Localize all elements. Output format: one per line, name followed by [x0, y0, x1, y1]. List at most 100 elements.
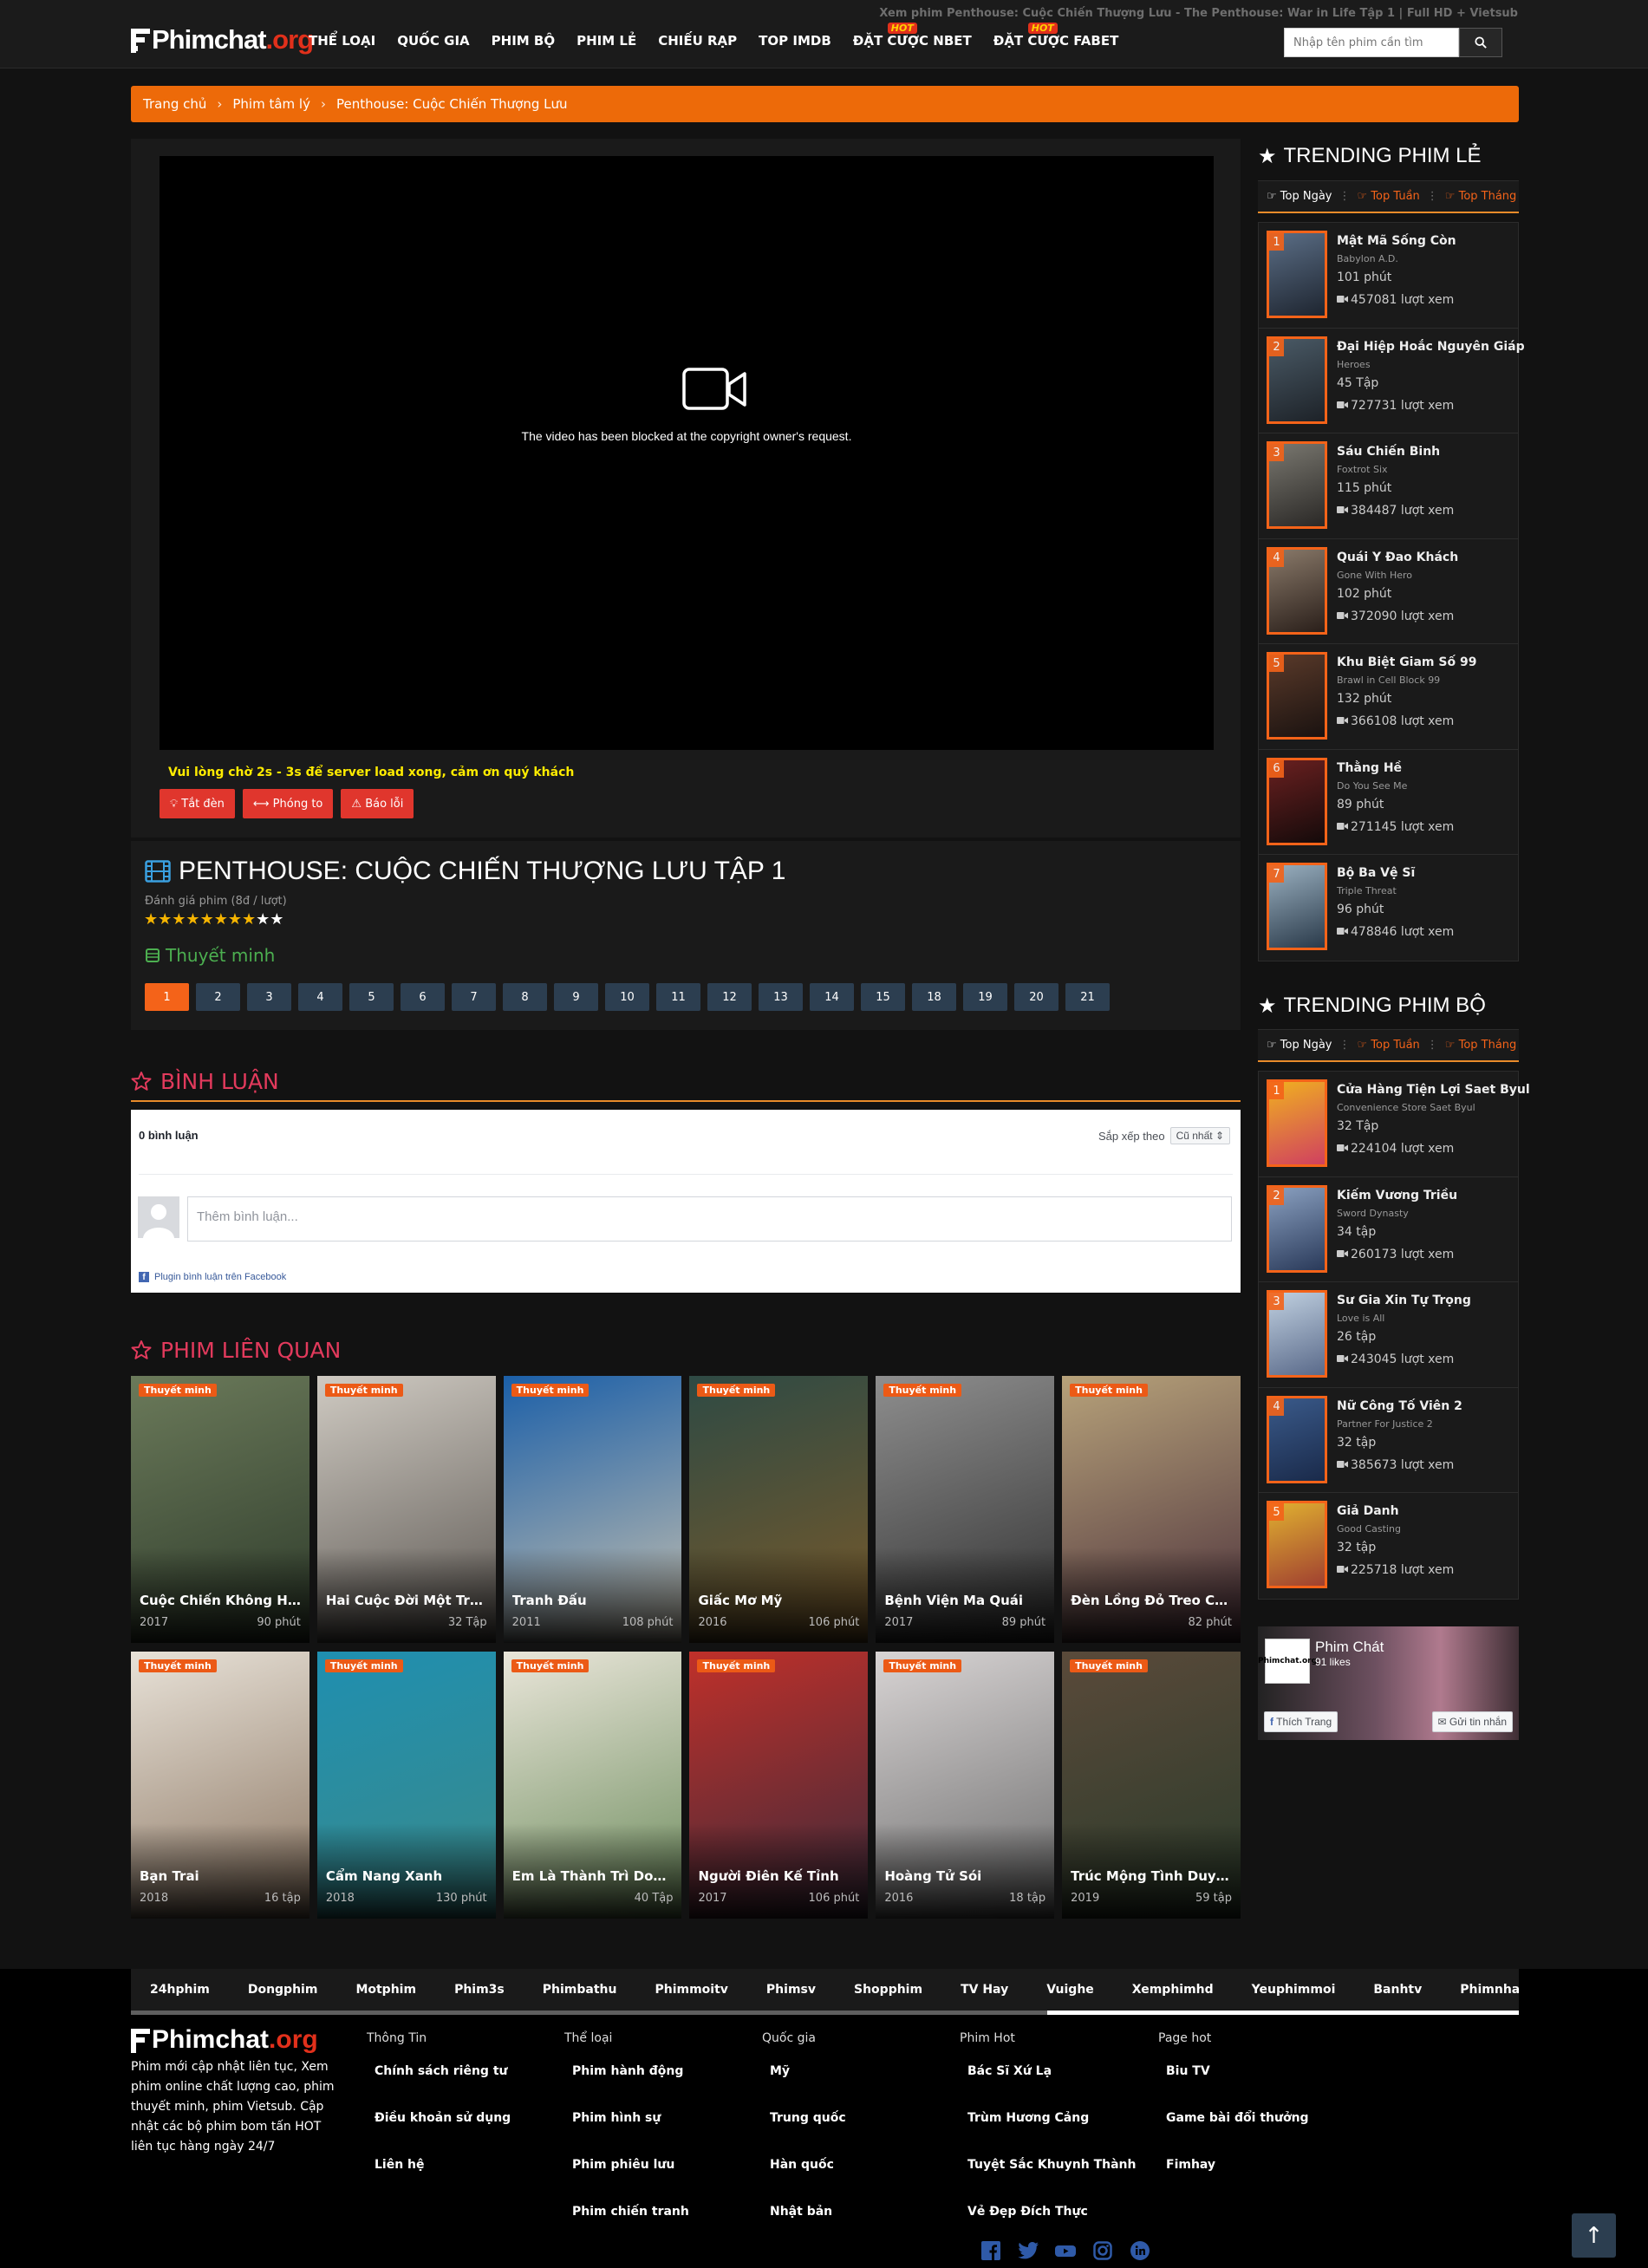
nav-phim-le[interactable]: PHIM LẺ	[576, 33, 636, 49]
nav-chieu-rap[interactable]: CHIẾU RẠP	[658, 33, 737, 49]
tab-top-thang[interactable]: ☞ Top Tháng	[1445, 1039, 1517, 1052]
related-movie-card[interactable]: Thuyết minh Đèn Lồng Đỏ Treo Cao 82 phút	[1062, 1376, 1241, 1643]
episode-button[interactable]: 15	[861, 983, 905, 1011]
episode-button[interactable]: 5	[349, 983, 394, 1011]
send-message-button[interactable]: ✉ Gửi tin nhắn	[1431, 1711, 1513, 1732]
star-icon[interactable]: ★	[242, 910, 256, 929]
scrollbar-thumb[interactable]	[131, 2011, 1047, 2015]
episode-button[interactable]: 9	[554, 983, 598, 1011]
footer-link[interactable]: Điều khoản sử dụng	[367, 2104, 511, 2151]
comment-input[interactable]: Thêm bình luận...	[187, 1196, 1232, 1242]
episode-button[interactable]: 21	[1065, 983, 1110, 1011]
breadcrumb-current[interactable]: Penthouse: Cuộc Chiến Thượng Lưu	[336, 96, 568, 112]
partner-link[interactable]: Phim3s	[435, 1983, 524, 1997]
trending-item[interactable]: 4 Nữ Công Tố Viên 2 Partner For Justice 2 3…	[1259, 1388, 1518, 1493]
star-icon[interactable]: ★	[186, 910, 199, 929]
footer-link[interactable]: Phim chiến tranh	[564, 2198, 689, 2245]
trending-item[interactable]: 3 Sáu Chiến Binh Foxtrot Six 115 phút 384487…	[1259, 433, 1518, 539]
related-movie-card[interactable]: Thuyết minh Cuộc Chiến Không Hồi Kết 2017 9…	[131, 1376, 309, 1643]
related-movie-card[interactable]: Thuyết minh Hai Cuộc Đời Một Trái Tim 32 T…	[316, 1376, 496, 1643]
footer-link[interactable]: Phim hình sự	[564, 2104, 689, 2151]
footer-link[interactable]: Mỹ	[762, 2057, 846, 2104]
episode-button[interactable]: 3	[247, 983, 291, 1011]
footer-link[interactable]: Biu TV	[1158, 2057, 1309, 2104]
lights-off-button[interactable]: 💡︎ Tắt đèn	[160, 789, 235, 818]
trending-item[interactable]: 1 Cửa Hàng Tiện Lợi Saet Byul Convenience …	[1259, 1072, 1530, 1177]
partner-link[interactable]: Vuighe	[1027, 1983, 1113, 1997]
trending-item[interactable]: 5 Khu Biệt Giam Số 99 Brawl in Cell Block …	[1259, 644, 1518, 750]
footer-link[interactable]: Vẻ Đẹp Đích Thực	[960, 2198, 1136, 2245]
partner-link[interactable]: Dongphim	[229, 1983, 337, 1997]
footer-link[interactable]: Nhật bản	[762, 2198, 846, 2245]
footer-link[interactable]: Game bài đổi thưởng	[1158, 2104, 1309, 2151]
tab-top-ngay[interactable]: ☞ Top Ngày	[1267, 1039, 1332, 1052]
star-icon[interactable]: ★	[214, 910, 228, 929]
youtube-icon[interactable]	[1055, 2240, 1076, 2261]
star-icon[interactable]: ★	[158, 910, 172, 929]
tab-top-ngay[interactable]: ☞ Top Ngày	[1267, 190, 1332, 203]
trending-item[interactable]: 5 Giả Danh Good Casting 32 tập 225718 lượt x…	[1259, 1493, 1518, 1599]
episode-button[interactable]: 2	[196, 983, 240, 1011]
episode-button[interactable]: 7	[452, 983, 496, 1011]
partner-link[interactable]: Motphim	[336, 1983, 435, 1997]
episode-button[interactable]: 12	[707, 983, 752, 1011]
like-page-button[interactable]: f Thích Trang	[1264, 1711, 1339, 1732]
episode-button[interactable]: 14	[810, 983, 854, 1011]
star-icon[interactable]: ★	[200, 910, 214, 929]
nav-quoc-gia[interactable]: QUỐC GIA	[397, 33, 469, 49]
trending-item[interactable]: 7 Bộ Ba Vệ Sĩ Triple Threat 96 phút 478846 l…	[1259, 855, 1518, 961]
partner-link[interactable]: TV Hay	[941, 1983, 1027, 1997]
related-movie-card[interactable]: Thuyết minh Giấc Mơ Mỹ 2016 106 phút	[689, 1376, 869, 1643]
trending-item[interactable]: 4 Quái Y Đao Khách Gone With Hero 102 phút 3…	[1259, 539, 1518, 644]
page-name[interactable]: Phim Chát	[1315, 1639, 1384, 1656]
star-icon[interactable]: ★	[172, 910, 186, 929]
episode-button[interactable]: 4	[298, 983, 342, 1011]
sort-select[interactable]: Cũ nhất ⇕	[1169, 1127, 1230, 1144]
footer-link[interactable]: Tuyệt Sắc Khuynh Thành	[960, 2151, 1136, 2198]
nav-dat-cuoc-nbet[interactable]: HOT ĐẶT CƯỢC NBET	[853, 23, 972, 49]
video-player[interactable]: The video has been blocked at the copyri…	[160, 156, 1214, 750]
partner-link[interactable]: Phimsv	[747, 1983, 835, 1997]
episode-button[interactable]: 6	[401, 983, 445, 1011]
nav-phim-bo[interactable]: PHIM BỘ	[492, 33, 555, 49]
related-movie-card[interactable]: Thuyết minh Trúc Mộng Tình Duyên 2019 59 tậ…	[1062, 1652, 1241, 1919]
partner-link[interactable]: Phimbathu	[524, 1983, 636, 1997]
related-movie-card[interactable]: Thuyết minh Tranh Đấu 2011 108 phút	[503, 1376, 682, 1643]
linkedin-icon[interactable]	[1130, 2240, 1150, 2261]
footer-link[interactable]: Trung quốc	[762, 2104, 846, 2151]
partner-link[interactable]: 24hphim	[131, 1983, 229, 1997]
tab-top-tuan[interactable]: ☞ Top Tuần	[1358, 190, 1420, 203]
footer-logo[interactable]: Phimchat .org	[131, 2025, 318, 2055]
report-error-button[interactable]: ⚠ Báo lỗi	[341, 789, 414, 818]
related-movie-card[interactable]: Thuyết minh Bệnh Viện Ma Quái 2017 89 phút	[876, 1376, 1055, 1643]
expand-button[interactable]: ⟷ Phóng to	[242, 789, 334, 818]
trending-item[interactable]: 2 Đại Hiệp Hoắc Nguyên Giáp Heroes 45 Tập 72…	[1259, 329, 1525, 433]
partner-link[interactable]: Phimnhanh	[1441, 1983, 1519, 1997]
scroll-to-top-button[interactable]: ↑	[1572, 2213, 1616, 2258]
partner-link[interactable]: Shopphim	[835, 1983, 941, 1997]
episode-button[interactable]: 1	[145, 983, 189, 1011]
episode-button[interactable]: 8	[503, 983, 547, 1011]
related-movie-card[interactable]: Thuyết minh Người Điên Kế Tỉnh 2017 106 phú…	[689, 1652, 869, 1919]
partner-link[interactable]: Phimmoitv	[635, 1983, 746, 1997]
footer-link[interactable]: Phim phiêu lưu	[564, 2151, 689, 2198]
episode-button[interactable]: 11	[656, 983, 700, 1011]
twitter-icon[interactable]	[1018, 2240, 1039, 2261]
related-movie-card[interactable]: Thuyết minh Em Là Thành Trì Doanh Lũy Của…	[503, 1652, 682, 1919]
episode-button[interactable]: 13	[759, 983, 803, 1011]
footer-link[interactable]: Fimhay	[1158, 2151, 1309, 2198]
instagram-icon[interactable]	[1092, 2240, 1113, 2261]
facebook-plugin-link[interactable]: f Plugin bình luận trên Facebook	[139, 1272, 286, 1282]
episode-button[interactable]: 18	[912, 983, 956, 1011]
partner-scrollbar[interactable]	[131, 2011, 1519, 2015]
nav-the-loai[interactable]: THỂ LOẠI	[309, 33, 375, 49]
breadcrumb-home[interactable]: Trang chủ	[143, 96, 206, 112]
facebook-icon[interactable]	[980, 2240, 1001, 2261]
footer-link[interactable]: Hàn quốc	[762, 2151, 846, 2198]
footer-link[interactable]: Phim hành động	[564, 2057, 689, 2104]
episode-button[interactable]: 19	[963, 983, 1007, 1011]
related-movie-card[interactable]: Thuyết minh Bạn Trai 2018 16 tập	[131, 1652, 309, 1919]
footer-link[interactable]: Bác Sĩ Xứ Lạ	[960, 2057, 1136, 2104]
episode-button[interactable]: 10	[605, 983, 649, 1011]
star-icon[interactable]: ★	[270, 910, 283, 929]
